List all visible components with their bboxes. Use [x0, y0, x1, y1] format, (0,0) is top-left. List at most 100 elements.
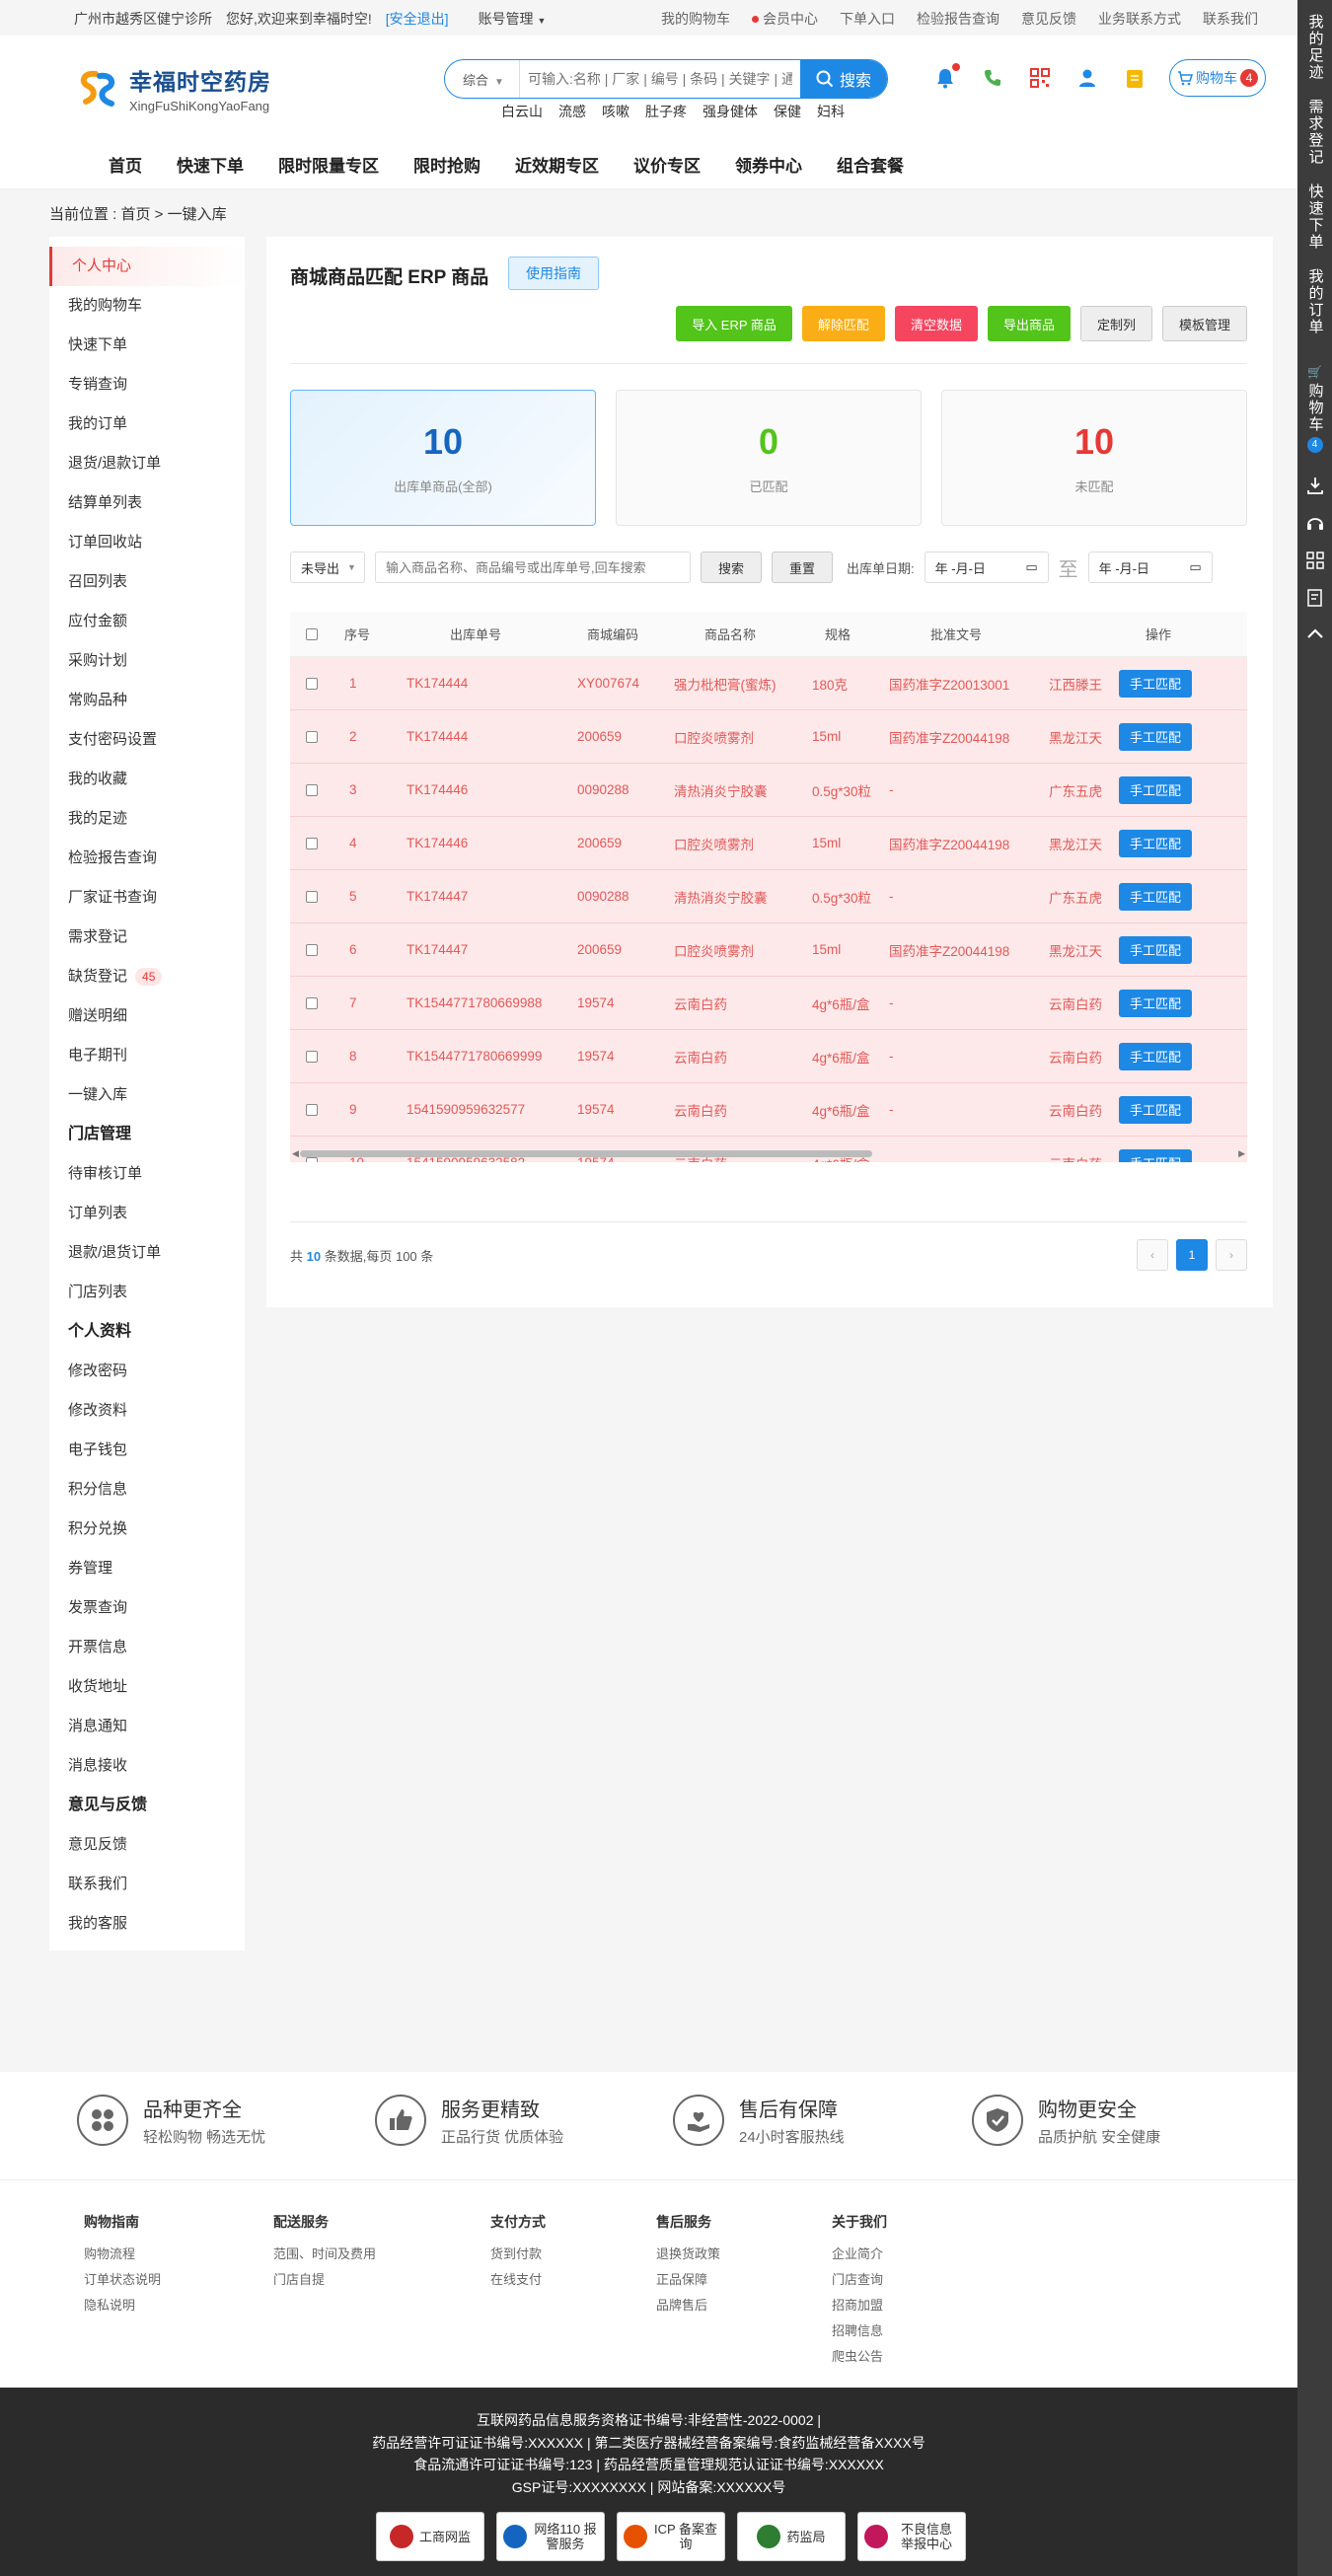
- sidebar-item[interactable]: 开票信息: [49, 1628, 245, 1667]
- sidebar-item[interactable]: 退款/退货订单: [49, 1233, 245, 1273]
- right-toolbar-item[interactable]: 我的足迹: [1304, 14, 1326, 81]
- topbar-link-member[interactable]: 会员中心: [752, 9, 818, 29]
- row-checkbox[interactable]: [306, 943, 318, 956]
- user-icon[interactable]: [1074, 65, 1100, 91]
- search-input[interactable]: [519, 60, 800, 98]
- sidebar-item[interactable]: 快速下单: [49, 326, 245, 365]
- footer-link[interactable]: 范围、时间及费用: [273, 2242, 376, 2267]
- manual-match-button[interactable]: 手工匹配: [1119, 935, 1192, 964]
- action-button[interactable]: 模板管理: [1161, 306, 1247, 341]
- stat-card[interactable]: 0 已匹配: [616, 390, 922, 526]
- sidebar-item[interactable]: 订单列表: [49, 1194, 245, 1233]
- nav-item-coupons[interactable]: 领券中心: [735, 152, 802, 177]
- footer-link[interactable]: 门店自提: [273, 2267, 376, 2293]
- sidebar-item[interactable]: 结算单列表: [49, 483, 245, 523]
- footer-badge[interactable]: 工商网监: [376, 2512, 484, 2561]
- back-to-top-icon[interactable]: [1297, 626, 1332, 640]
- manual-match-button[interactable]: 手工匹配: [1119, 882, 1192, 911]
- row-checkbox[interactable]: [306, 837, 318, 849]
- row-checkbox[interactable]: [306, 1103, 318, 1116]
- page-button[interactable]: 1: [1176, 1239, 1208, 1271]
- hot-word[interactable]: 强身健体: [703, 102, 758, 121]
- sidebar-item[interactable]: 厂家证书查询: [49, 878, 245, 918]
- action-button[interactable]: 定制列: [1079, 306, 1152, 341]
- action-button[interactable]: 清空数据: [894, 306, 978, 341]
- hot-word[interactable]: 白云山: [501, 102, 543, 121]
- sidebar-item[interactable]: 需求登记: [49, 918, 245, 957]
- sidebar-item[interactable]: 券管理: [49, 1549, 245, 1588]
- row-checkbox[interactable]: [306, 730, 318, 743]
- select-all-checkbox[interactable]: [306, 627, 318, 640]
- sidebar-item[interactable]: 赠送明细: [49, 996, 245, 1036]
- hot-word[interactable]: 流感: [558, 102, 586, 121]
- sidebar-item[interactable]: 专销查询: [49, 365, 245, 405]
- apps-icon[interactable]: [1297, 552, 1332, 569]
- footer-link[interactable]: 购物流程: [84, 2242, 161, 2267]
- stat-card[interactable]: 10 出库单商品(全部): [290, 390, 596, 526]
- action-button[interactable]: 导出商品: [987, 306, 1071, 341]
- nav-item-bargain[interactable]: 议价专区: [633, 152, 701, 177]
- sidebar-item[interactable]: 我的足迹: [49, 799, 245, 839]
- nav-item-flash-sale[interactable]: 限时抢购: [413, 152, 481, 177]
- date-from-input[interactable]: 年 -月-日 ▭: [924, 552, 1049, 583]
- sidebar-item[interactable]: 召回列表: [49, 562, 245, 602]
- sidebar-item[interactable]: 消息接收: [49, 1746, 245, 1786]
- hot-word[interactable]: 妇科: [817, 102, 845, 121]
- nav-item-bundles[interactable]: 组合套餐: [837, 152, 904, 177]
- stat-card[interactable]: 10 未匹配: [941, 390, 1247, 526]
- sidebar-item[interactable]: 电子钱包: [49, 1431, 245, 1470]
- nav-item-home[interactable]: 首页: [109, 152, 142, 177]
- horizontal-scrollbar[interactable]: ◀ ▶: [290, 1144, 1247, 1162]
- nav-item-quick-order[interactable]: 快速下单: [177, 152, 244, 177]
- bell-icon[interactable]: [932, 63, 960, 91]
- footer-badge[interactable]: 不良信息 举报中心: [857, 2512, 966, 2561]
- download-icon[interactable]: [1297, 477, 1332, 494]
- filter-search-button[interactable]: 搜索: [701, 552, 762, 583]
- topbar-link-business-contact[interactable]: 业务联系方式: [1098, 9, 1181, 29]
- guide-button[interactable]: 使用指南: [508, 257, 599, 290]
- hot-word[interactable]: 肚子疼: [645, 102, 687, 121]
- footer-link[interactable]: 正品保障: [656, 2267, 720, 2293]
- manual-match-button[interactable]: 手工匹配: [1119, 1095, 1192, 1124]
- sidebar-item[interactable]: 支付密码设置: [49, 720, 245, 760]
- nav-item-near-expiry[interactable]: 近效期专区: [515, 152, 599, 177]
- account-menu[interactable]: 账号管理 ▼: [479, 9, 547, 29]
- right-toolbar-item[interactable]: 我的订单: [1304, 268, 1326, 335]
- footer-link[interactable]: 品牌售后: [656, 2293, 720, 2318]
- clipboard-icon[interactable]: [1122, 65, 1147, 91]
- export-status-select[interactable]: 未导出 ▼: [290, 552, 365, 583]
- date-to-input[interactable]: 年 -月-日 ▭: [1087, 552, 1213, 583]
- search-scope-select[interactable]: 综合 ▼: [445, 70, 519, 89]
- sidebar-item[interactable]: 我的收藏: [49, 760, 245, 799]
- footer-badge[interactable]: 药监局: [737, 2512, 846, 2561]
- sidebar-item[interactable]: 修改密码: [49, 1352, 245, 1391]
- next-page-button[interactable]: ›: [1216, 1239, 1247, 1271]
- headset-icon[interactable]: [1297, 514, 1332, 532]
- product-search-input[interactable]: [375, 552, 691, 583]
- footer-link[interactable]: 招聘信息: [832, 2318, 887, 2344]
- right-toolbar-item[interactable]: 快速下单: [1304, 184, 1326, 251]
- topbar-link-contact[interactable]: 联系我们: [1203, 9, 1258, 29]
- topbar-link-feedback[interactable]: 意见反馈: [1021, 9, 1076, 29]
- hot-word[interactable]: 咳嗽: [602, 102, 629, 121]
- sidebar-item[interactable]: 发票查询: [49, 1588, 245, 1628]
- manual-match-button[interactable]: 手工匹配: [1119, 989, 1192, 1017]
- cart-button[interactable]: 购物车 4: [1169, 59, 1266, 97]
- footer-link[interactable]: 货到付款: [490, 2242, 546, 2267]
- footer-link[interactable]: 爬虫公告: [832, 2344, 887, 2370]
- sidebar-item[interactable]: 缺货登记 45: [49, 957, 245, 996]
- footer-link[interactable]: 退换货政策: [656, 2242, 720, 2267]
- search-button[interactable]: 搜索: [800, 60, 887, 98]
- footer-badge[interactable]: 网络110 报警服务: [496, 2512, 605, 2561]
- sidebar-item[interactable]: 采购计划: [49, 641, 245, 681]
- sidebar-item[interactable]: 消息通知: [49, 1707, 245, 1746]
- sidebar-item[interactable]: 待审核订单: [49, 1154, 245, 1194]
- sidebar-item[interactable]: 积分兑换: [49, 1509, 245, 1549]
- row-checkbox[interactable]: [306, 1050, 318, 1063]
- sidebar-item[interactable]: 应付金额: [49, 602, 245, 641]
- footer-link[interactable]: 招商加盟: [832, 2293, 887, 2318]
- sidebar-item[interactable]: 收货地址: [49, 1667, 245, 1707]
- edit-note-icon[interactable]: [1297, 589, 1332, 607]
- footer-badge[interactable]: ICP 备案查询: [617, 2512, 725, 2561]
- sidebar-item[interactable]: 积分信息: [49, 1470, 245, 1509]
